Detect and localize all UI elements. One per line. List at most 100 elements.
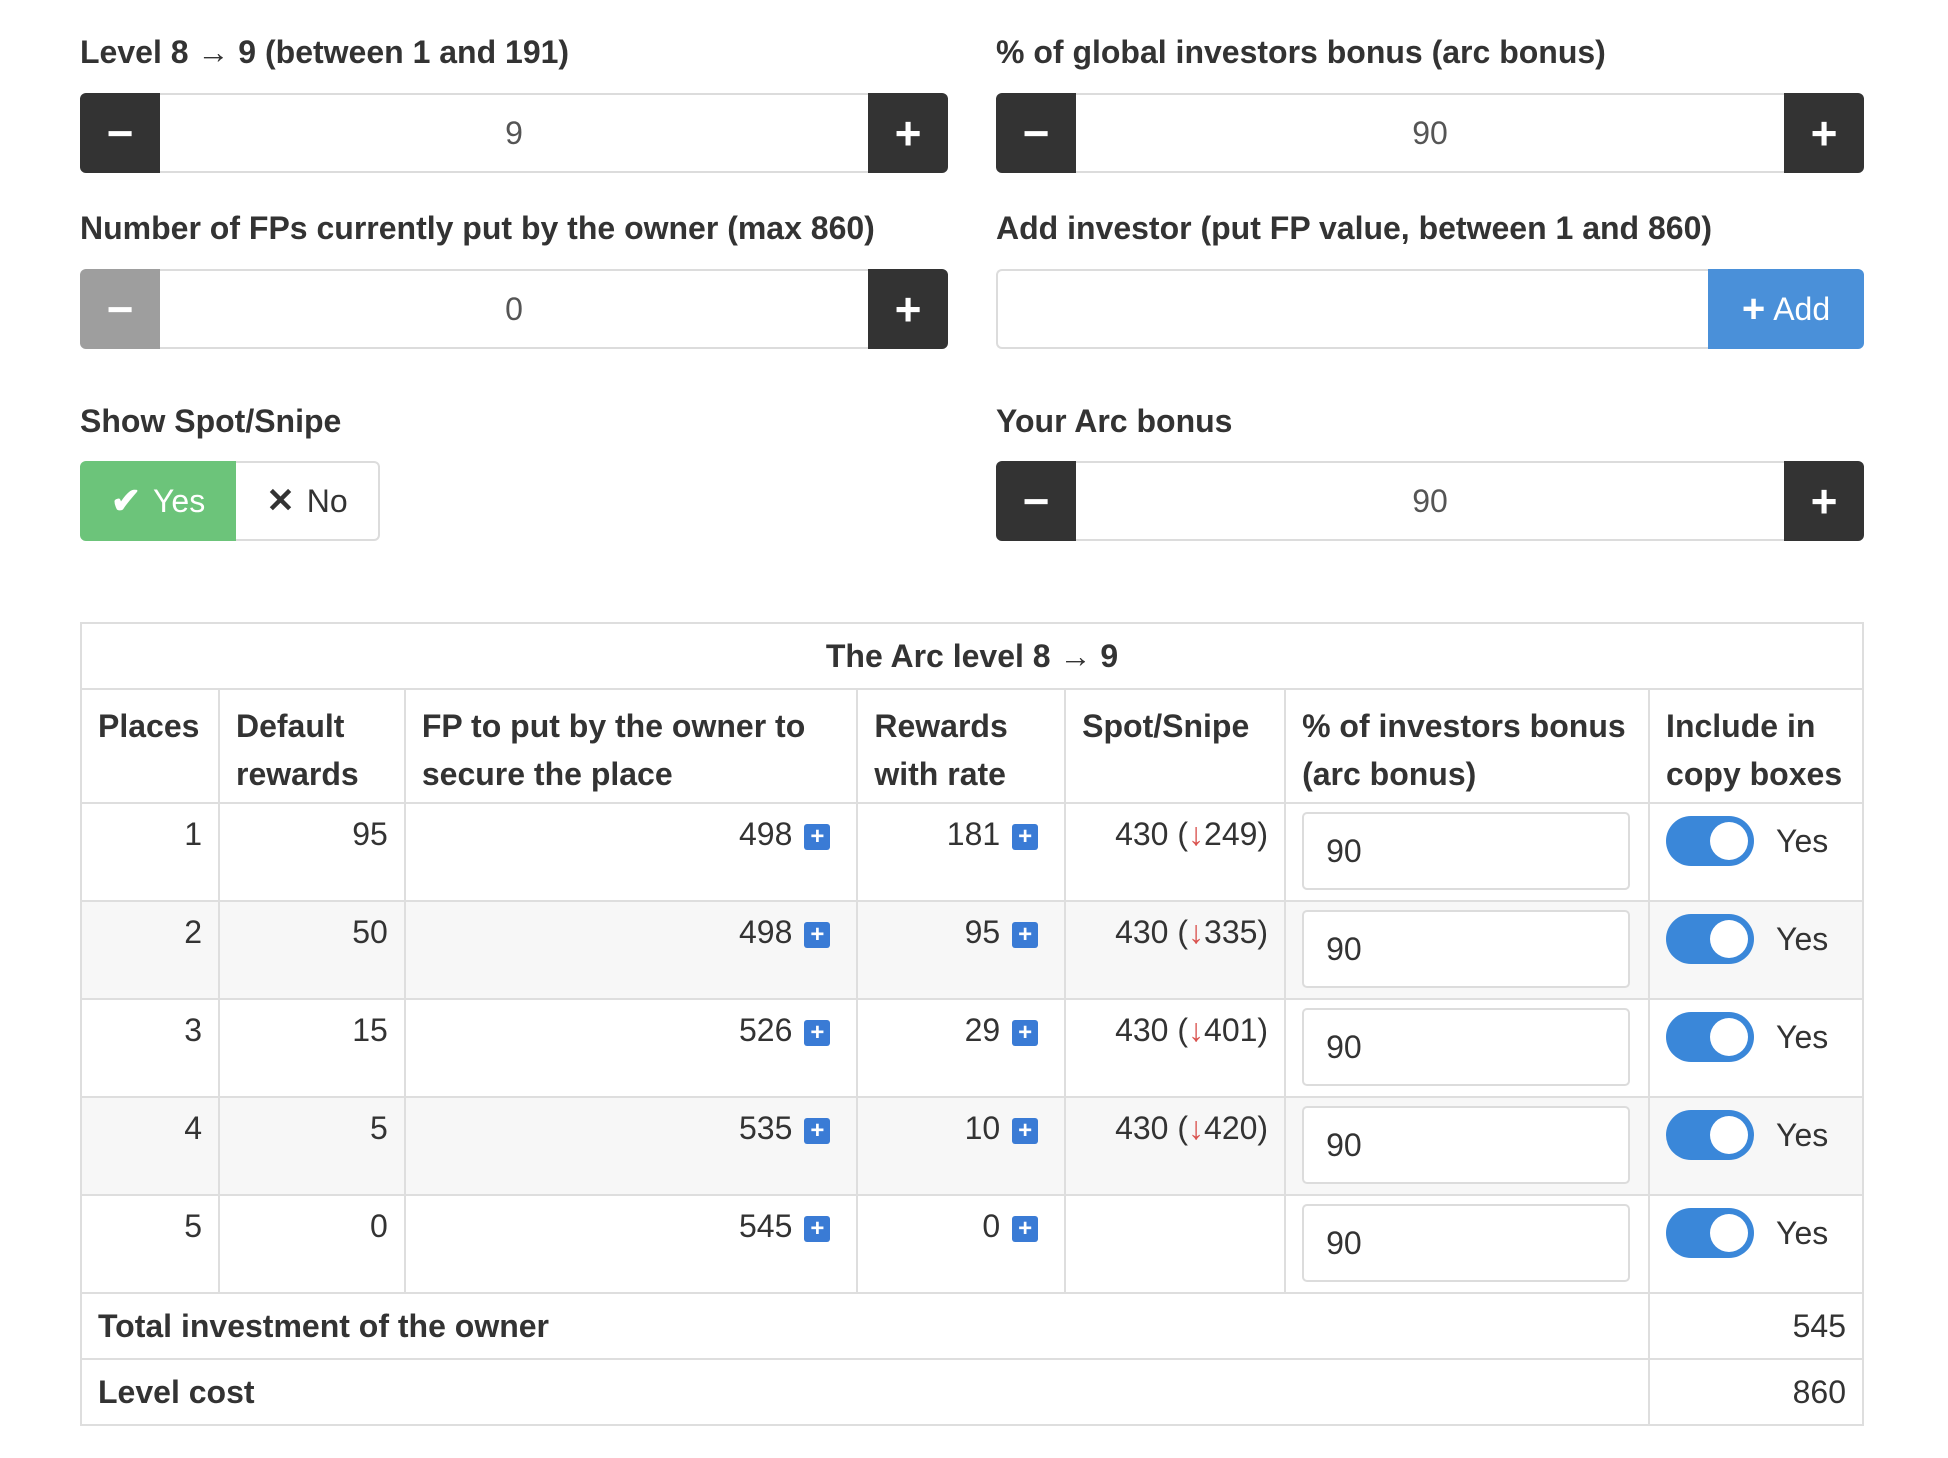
copy-plus-icon[interactable]: +: [804, 823, 831, 850]
table-row: 2 50 498 + 95 + 430 (↓335) 90 Yes: [80, 900, 1864, 1000]
copy-plus-icon[interactable]: +: [804, 1117, 831, 1144]
total-row: Total investment of the owner 545: [79, 1292, 1864, 1360]
investors-bonus-input[interactable]: 90: [1302, 1106, 1631, 1184]
rewards-value: 181: [946, 816, 1001, 852]
place-cell: 1: [80, 802, 220, 902]
show-spot-label: Show Spot/Snipe: [80, 403, 342, 439]
owner-fps-input[interactable]: 0: [160, 269, 868, 349]
show-spot-yes-button[interactable]: ✔ Yes: [80, 461, 236, 541]
investors-bonus-input[interactable]: 90: [1302, 1204, 1631, 1282]
investors-bonus-input[interactable]: 90: [1302, 1008, 1631, 1086]
investors-bonus-cell: 90: [1284, 998, 1651, 1098]
show-spot-toggle: ✔ Yes ✕ No: [80, 461, 380, 541]
investors-bonus-cell: 90: [1284, 1096, 1651, 1196]
include-switch[interactable]: [1666, 816, 1755, 866]
copy-plus-icon[interactable]: +: [1012, 1215, 1039, 1242]
table-row: 3 15 526 + 29 + 430 (↓401) 90 Yes: [80, 998, 1864, 1098]
copy-plus-icon[interactable]: +: [1012, 1019, 1039, 1046]
copy-plus-icon[interactable]: +: [804, 1019, 831, 1046]
investors-bonus-cell: 90: [1284, 1194, 1651, 1294]
include-cell: Yes: [1648, 1096, 1864, 1196]
global-bonus-stepper: − 90 +: [996, 93, 1864, 173]
default-rewards-cell: 5: [217, 1096, 406, 1196]
global-bonus-input[interactable]: 90: [1076, 93, 1784, 173]
copy-plus-icon[interactable]: +: [804, 1215, 831, 1242]
global-bonus-decrement-button[interactable]: −: [996, 93, 1076, 173]
include-switch[interactable]: [1666, 1012, 1755, 1062]
copy-plus-icon[interactable]: +: [1012, 823, 1039, 850]
default-rewards-cell: 50: [217, 900, 406, 1000]
rewards-cell: 0 +: [856, 1194, 1067, 1294]
investors-bonus-input[interactable]: 90: [1302, 910, 1631, 988]
arc-bonus-decrement-button[interactable]: −: [996, 461, 1076, 541]
place-cell: 2: [80, 900, 220, 1000]
fp-value: 545: [738, 1208, 793, 1244]
fp-value: 535: [738, 1110, 793, 1146]
rewards-cell: 95 +: [856, 900, 1067, 1000]
header-spot-snipe: Spot/Snipe: [1064, 688, 1287, 804]
include-cell: Yes: [1648, 900, 1864, 1000]
default-rewards-cell: 15: [217, 998, 406, 1098]
include-label: Yes: [1776, 1116, 1829, 1153]
header-places: Places: [80, 688, 220, 804]
include-switch[interactable]: [1666, 1208, 1755, 1258]
rewards-value: 29: [964, 1012, 1001, 1048]
rewards-value: 10: [964, 1110, 1001, 1146]
global-bonus-label: % of global investors bonus (arc bonus): [996, 34, 1606, 70]
include-cell: Yes: [1648, 998, 1864, 1098]
add-button-label: Add: [1773, 290, 1831, 327]
include-label: Yes: [1776, 920, 1829, 957]
total-label: Total investment of the owner: [79, 1292, 1651, 1360]
global-bonus-increment-button[interactable]: +: [1784, 93, 1864, 173]
owner-fps-increment-button[interactable]: +: [868, 269, 948, 349]
copy-plus-icon[interactable]: +: [1012, 1117, 1039, 1144]
add-investor-button[interactable]: + Add: [1708, 269, 1864, 349]
arc-bonus-increment-button[interactable]: +: [1784, 461, 1864, 541]
copy-plus-icon[interactable]: +: [804, 921, 831, 948]
level-increment-button[interactable]: +: [868, 93, 948, 173]
include-label: Yes: [1776, 1018, 1829, 1055]
copy-plus-icon[interactable]: +: [1012, 921, 1039, 948]
include-switch[interactable]: [1666, 914, 1755, 964]
header-investors-bonus: % of investors bonus (arc bonus): [1284, 688, 1651, 804]
cross-icon: ✕: [266, 482, 295, 520]
header-default-rewards: Default rewards: [217, 688, 406, 804]
place-cell: 3: [80, 998, 220, 1098]
place-cell: 5: [80, 1194, 220, 1294]
rewards-cell: 29 +: [856, 998, 1067, 1098]
fp-cell: 535 +: [403, 1096, 859, 1196]
add-investor-group: + Add: [996, 269, 1864, 349]
level-stepper: − 9 +: [80, 93, 948, 173]
level-input[interactable]: 9: [160, 93, 868, 173]
show-spot-no-button[interactable]: ✕ No: [236, 461, 380, 541]
fp-value: 498: [738, 816, 793, 852]
spot-value: 430 (: [1115, 1012, 1189, 1048]
rewards-value: 95: [964, 914, 1001, 950]
cost-row: Level cost 860: [79, 1358, 1864, 1426]
investors-bonus-input[interactable]: 90: [1302, 812, 1631, 890]
add-investor-label: Add investor (put FP value, between 1 an…: [996, 210, 1713, 246]
your-arc-bonus-label: Your Arc bonus: [996, 403, 1233, 439]
snipe-value: 420): [1204, 1110, 1269, 1146]
level-decrement-button[interactable]: −: [80, 93, 160, 173]
spot-value: 430 (: [1115, 816, 1189, 852]
owner-fps-decrement-button[interactable]: −: [80, 269, 160, 349]
arrow-down-icon: ↓: [1188, 1110, 1205, 1146]
spot-snipe-cell: 430 (↓401): [1064, 998, 1287, 1098]
spot-snipe-cell: [1064, 1194, 1287, 1294]
rewards-value: 0: [982, 1208, 1001, 1244]
include-cell: Yes: [1648, 1194, 1864, 1294]
total-value: 545: [1648, 1292, 1864, 1360]
investors-bonus-cell: 90: [1284, 900, 1651, 1000]
include-label: Yes: [1776, 822, 1829, 859]
fp-value: 498: [738, 914, 793, 950]
snipe-value: 249): [1204, 816, 1269, 852]
rewards-cell: 10 +: [856, 1096, 1067, 1196]
arrow-down-icon: ↓: [1188, 1012, 1205, 1048]
include-switch[interactable]: [1666, 1110, 1755, 1160]
arc-bonus-input[interactable]: 90: [1076, 461, 1784, 541]
your-arc-bonus-stepper: − 90 +: [996, 461, 1864, 541]
fp-cell: 545 +: [403, 1194, 859, 1294]
table-row: 5 0 545 + 0 + 90 Yes: [80, 1194, 1864, 1294]
add-investor-input[interactable]: [996, 269, 1708, 349]
